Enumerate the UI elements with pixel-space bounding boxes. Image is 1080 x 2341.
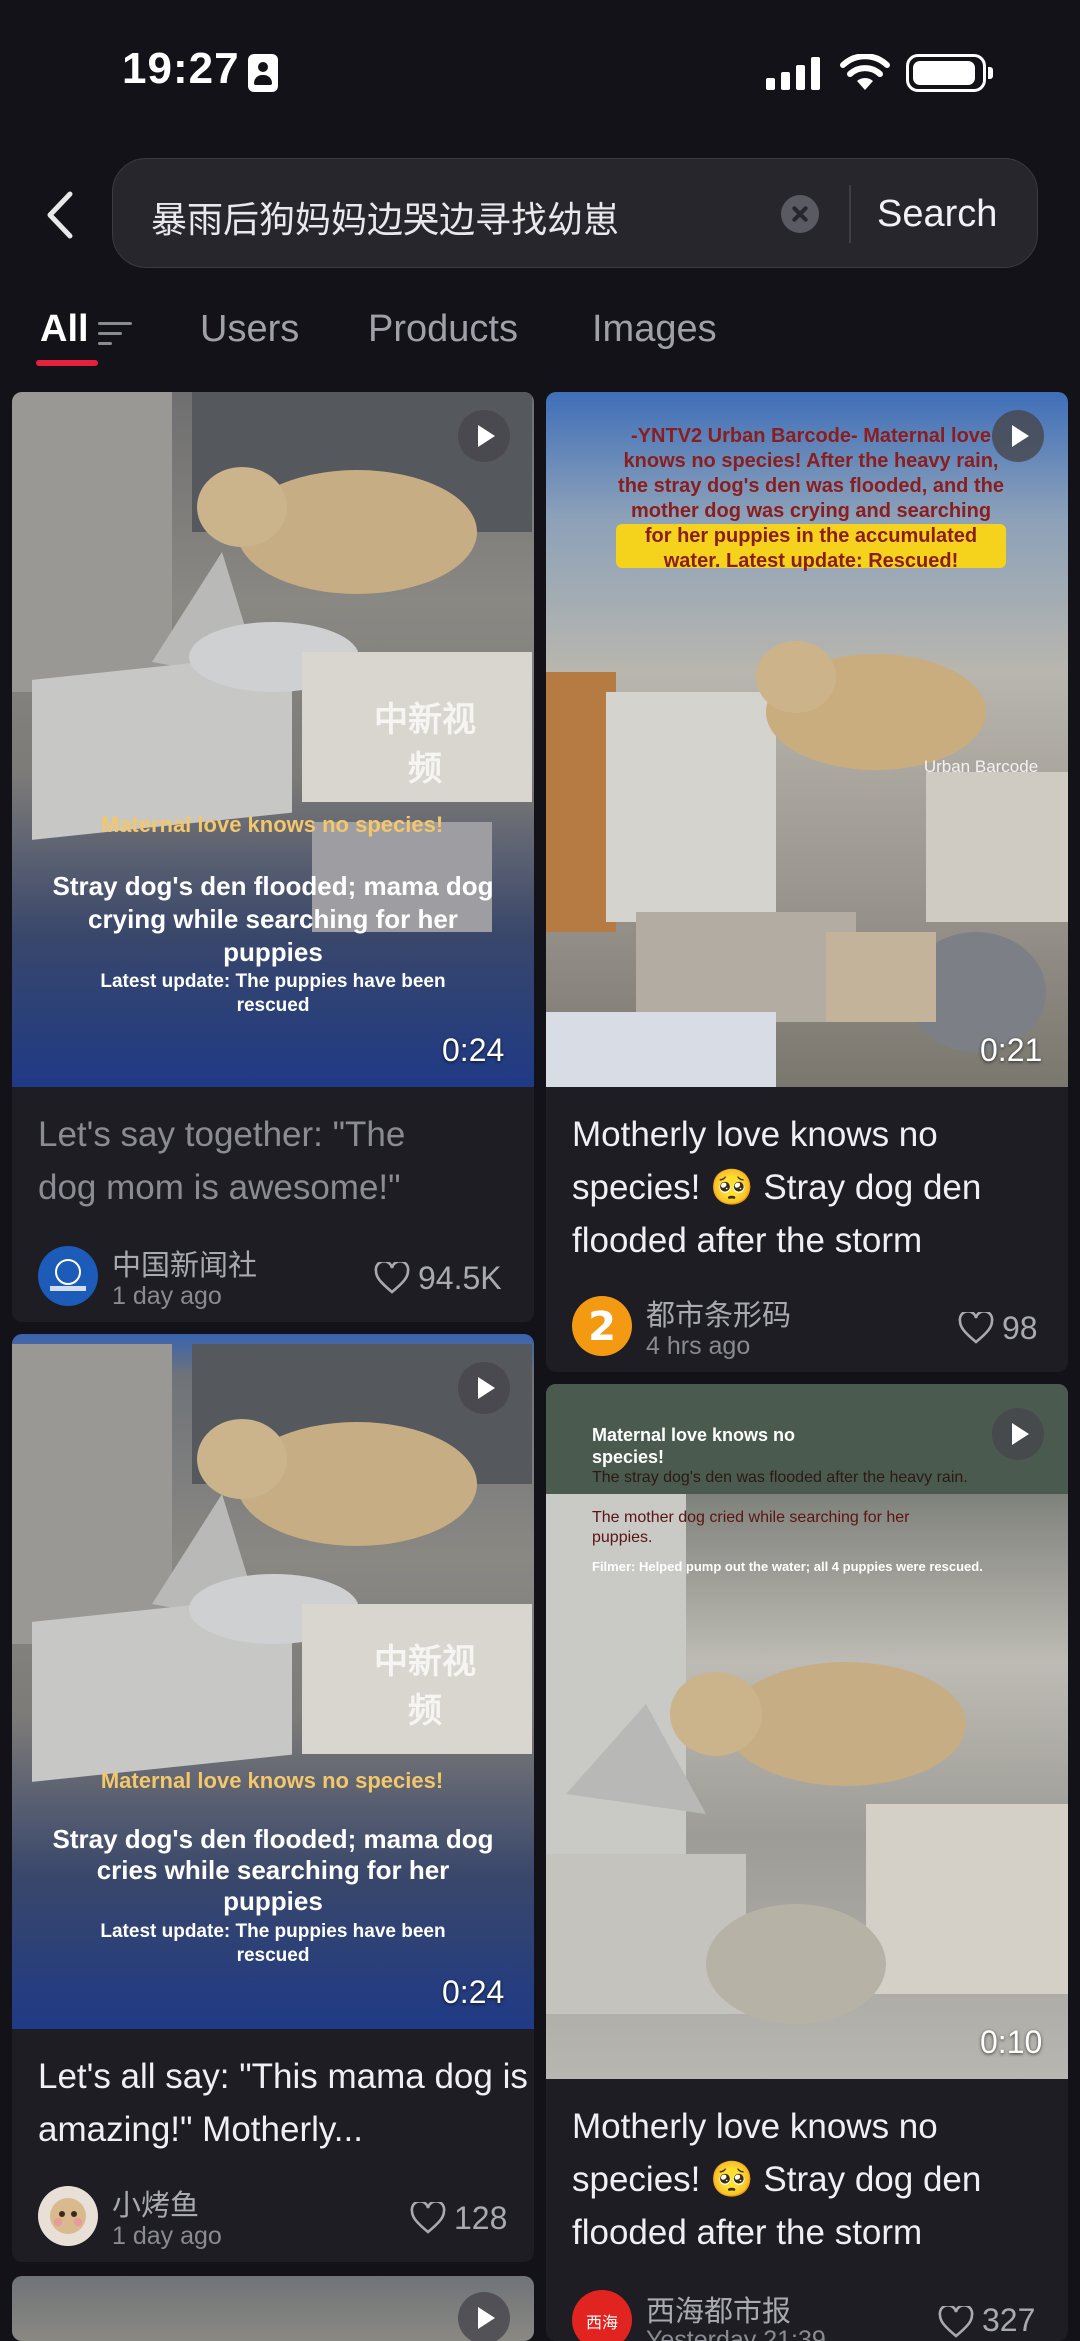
- search-input[interactable]: 暴雨后狗妈妈边哭边寻找幼崽: [151, 191, 619, 243]
- video-thumbnail[interactable]: -YNTV2 Urban Barcode- Maternal love know…: [546, 392, 1068, 1087]
- card-title[interactable]: Motherly love knows no species! 🥺 Stray …: [572, 1108, 1042, 1267]
- contact-card-icon: [248, 54, 278, 92]
- overlay-caption-line: Maternal love knows no species!: [592, 1425, 796, 1467]
- author-avatar[interactable]: [38, 1246, 98, 1306]
- active-tab-indicator: [36, 360, 98, 366]
- like-count: 98: [1002, 1310, 1038, 1346]
- video-card[interactable]: 中新视频 Maternal love knows no species! Str…: [12, 1334, 534, 2262]
- search-bar[interactable]: 暴雨后狗妈妈边哭边寻找幼崽 Search: [112, 158, 1038, 268]
- like-count: 327: [982, 2302, 1036, 2338]
- back-button[interactable]: [30, 180, 90, 250]
- video-thumbnail[interactable]: 中新视频 Maternal love knows no species! Str…: [12, 392, 534, 1087]
- play-icon: [458, 1362, 510, 1414]
- card-title[interactable]: Motherly love knows no species! 🥺 Stray …: [572, 2100, 1042, 2259]
- battery-icon: [906, 54, 993, 92]
- heart-icon[interactable]: [410, 2202, 446, 2234]
- video-watermark: 中新视频: [374, 700, 476, 789]
- cellular-signal-icon: [766, 56, 822, 90]
- video-duration: 0:24: [442, 1974, 505, 2010]
- tab-products[interactable]: Products: [368, 308, 518, 351]
- overlay-caption-update: Latest update: The puppies have been res…: [100, 971, 446, 1016]
- overlay-caption-line: The mother dog cried while searching for…: [592, 1509, 910, 1546]
- heart-icon[interactable]: [958, 1312, 994, 1344]
- search-divider: [849, 185, 851, 243]
- play-icon: [458, 2292, 510, 2341]
- status-time: 19:27: [122, 44, 240, 93]
- post-time: 4 hrs ago: [646, 1332, 751, 1360]
- overlay-caption: -YNTV2 Urban Barcode- Maternal love know…: [618, 425, 1004, 572]
- video-thumbnail[interactable]: Maternal love knows no species! The stra…: [546, 1384, 1068, 2079]
- post-time: Yesterday 21:39: [646, 2326, 826, 2341]
- overlay-caption-update: Filmer: Helped pump out the water; all 4…: [592, 1559, 983, 1574]
- overlay-caption-line: Maternal love knows no species!: [100, 1768, 444, 1793]
- tab-all[interactable]: All: [40, 308, 89, 351]
- like-count: 128: [454, 2200, 508, 2236]
- wifi-icon: [840, 54, 890, 90]
- video-thumbnail[interactable]: 中新视频 Maternal love knows no species! Str…: [12, 1334, 534, 2029]
- heart-icon[interactable]: [938, 2306, 974, 2338]
- video-duration: 0:10: [980, 2024, 1043, 2060]
- overlay-caption-headline: Stray dog's den flooded; mama dog cries …: [52, 1824, 494, 1916]
- tab-users[interactable]: Users: [200, 308, 299, 351]
- video-card[interactable]: [12, 2276, 534, 2341]
- card-title[interactable]: Let's say together: "The dog mom is awes…: [38, 1108, 468, 1214]
- author-avatar[interactable]: [38, 2186, 98, 2246]
- video-watermark: Urban Barcode: [923, 757, 1039, 776]
- dog-scene-image: [546, 1384, 1068, 2024]
- filter-tabs: All Users Products Images: [0, 300, 1080, 370]
- overlay-caption-line: The stray dog's den was flooded after th…: [592, 1469, 968, 1486]
- video-watermark: 中新视频: [374, 1642, 476, 1731]
- video-card[interactable]: -YNTV2 Urban Barcode- Maternal love know…: [546, 392, 1068, 1372]
- card-title[interactable]: Let's all say: "This mama dog is amazing…: [38, 2050, 528, 2156]
- clear-search-icon[interactable]: [781, 195, 819, 233]
- author-name[interactable]: 小烤鱼: [112, 2182, 199, 2224]
- like-count: 94.5K: [418, 1260, 502, 1296]
- play-icon: [458, 410, 510, 462]
- video-duration: 0:24: [442, 1032, 505, 1068]
- video-thumbnail[interactable]: [12, 2276, 534, 2341]
- video-duration: 0:21: [980, 1032, 1043, 1068]
- author-name[interactable]: 都市条形码: [646, 1292, 791, 1334]
- svg-text:2: 2: [588, 1304, 616, 1350]
- post-time: 1 day ago: [112, 1282, 222, 1310]
- overlay-caption-update: Latest update: The puppies have been res…: [100, 1921, 446, 1966]
- video-card[interactable]: Maternal love knows no species! The stra…: [546, 1384, 1068, 2341]
- overlay-caption-line: Maternal love knows no species!: [100, 812, 444, 837]
- post-time: 1 day ago: [112, 2222, 222, 2250]
- author-name[interactable]: 西海都市报: [646, 2288, 791, 2330]
- author-avatar[interactable]: 西海: [572, 2290, 632, 2341]
- author-name[interactable]: 中国新闻社: [112, 1242, 257, 1284]
- filter-icon[interactable]: [98, 320, 132, 348]
- search-button[interactable]: Search: [877, 185, 997, 243]
- svg-text:西海: 西海: [586, 2313, 618, 2332]
- tab-images[interactable]: Images: [592, 308, 717, 351]
- video-card[interactable]: 中新视频 Maternal love knows no species! Str…: [12, 392, 534, 1322]
- overlay-caption-headline: Stray dog's den flooded; mama dog crying…: [52, 871, 494, 967]
- heart-icon[interactable]: [374, 1262, 410, 1294]
- author-avatar[interactable]: 2: [572, 1296, 632, 1356]
- status-bar: 19:27: [0, 0, 1080, 140]
- play-icon: [992, 1408, 1044, 1460]
